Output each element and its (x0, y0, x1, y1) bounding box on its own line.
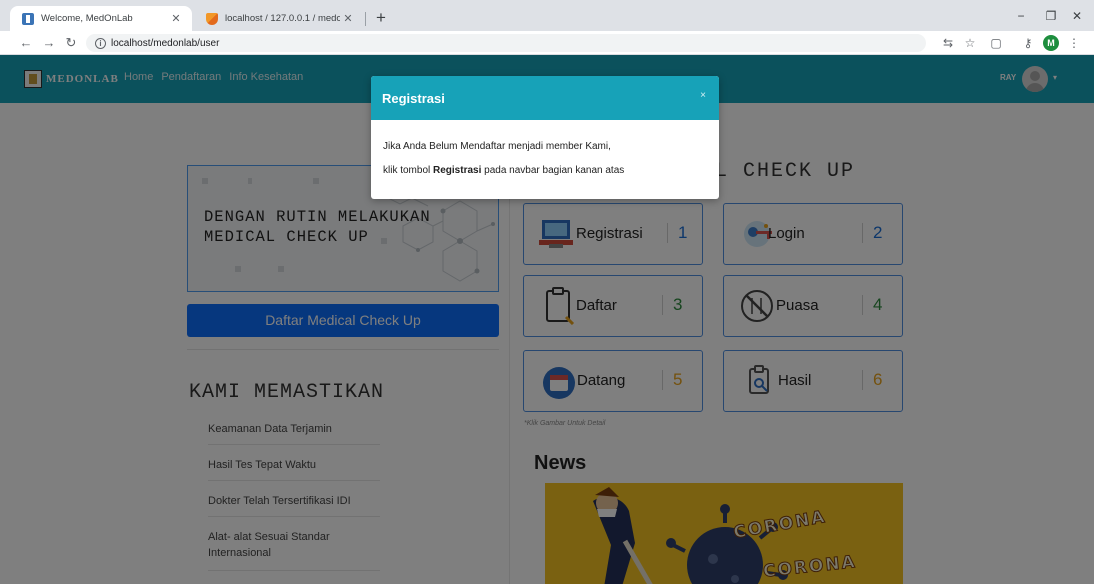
modal-line-2: klik tombol Registrasi pada navbar bagia… (383, 159, 624, 183)
tab-title: localhost / 127.0.0.1 / medonlab (225, 13, 340, 24)
tab-close-icon[interactable]: ✕ (340, 12, 356, 25)
new-tab-icon[interactable]: + (372, 9, 390, 27)
reload-icon[interactable]: ↻ (63, 35, 79, 51)
address-bar[interactable]: i localhost/medonlab/user (86, 34, 926, 52)
browser-tabstrip: Welcome, MedOnLab ✕ localhost / 127.0.0.… (0, 0, 1094, 31)
back-arrow-icon[interactable]: ← (18, 35, 34, 51)
browser-toolbar: ← → ↻ i localhost/medonlab/user ⇆ ☆ ▢ ⚷ … (0, 31, 1094, 55)
window-close-icon[interactable]: ✕ (1062, 6, 1092, 26)
modal-header: Registrasi × (371, 76, 719, 120)
tab-close-icon[interactable]: ✕ (168, 12, 184, 25)
phpmyadmin-favicon-icon (206, 12, 218, 25)
modal-title: Registrasi (382, 91, 445, 106)
tab-divider (365, 12, 366, 26)
site-info-icon[interactable]: i (95, 37, 106, 49)
browser-menu-icon[interactable]: ⋮ (1066, 35, 1082, 51)
forward-arrow-icon[interactable]: → (41, 35, 57, 51)
password-key-icon[interactable]: ⚷ (1020, 35, 1036, 51)
profile-avatar[interactable]: M (1043, 35, 1059, 51)
minimize-icon[interactable]: − (1006, 6, 1036, 26)
modal-line-1: Jika Anda Belum Mendaftar menjadi member… (383, 141, 611, 152)
modal-registrasi-keyword: Registrasi (433, 165, 482, 176)
page-viewport: MEDONLAB Home Pendaftaran Info Kesehatan… (0, 55, 1094, 584)
bookmark-star-icon[interactable]: ☆ (962, 35, 978, 51)
modal-body: Jika Anda Belum Mendaftar menjadi member… (383, 135, 624, 183)
tab-medonlab[interactable]: Welcome, MedOnLab ✕ (10, 6, 192, 31)
extension-icon[interactable]: ▢ (988, 35, 1004, 51)
medonlab-favicon-icon (22, 12, 34, 25)
modal-line-2-post: pada navbar bagian kanan atas (481, 165, 625, 176)
tab-title: Welcome, MedOnLab (41, 13, 133, 24)
url-text: localhost/medonlab/user (111, 37, 220, 49)
registrasi-modal: Registrasi × Jika Anda Belum Mendaftar m… (371, 76, 719, 199)
translate-icon[interactable]: ⇆ (940, 35, 956, 51)
modal-close-icon[interactable]: × (697, 90, 709, 102)
modal-line-2-pre: klik tombol (383, 165, 434, 176)
tab-phpmyadmin[interactable]: localhost / 127.0.0.1 / medonlab ✕ (194, 6, 364, 31)
